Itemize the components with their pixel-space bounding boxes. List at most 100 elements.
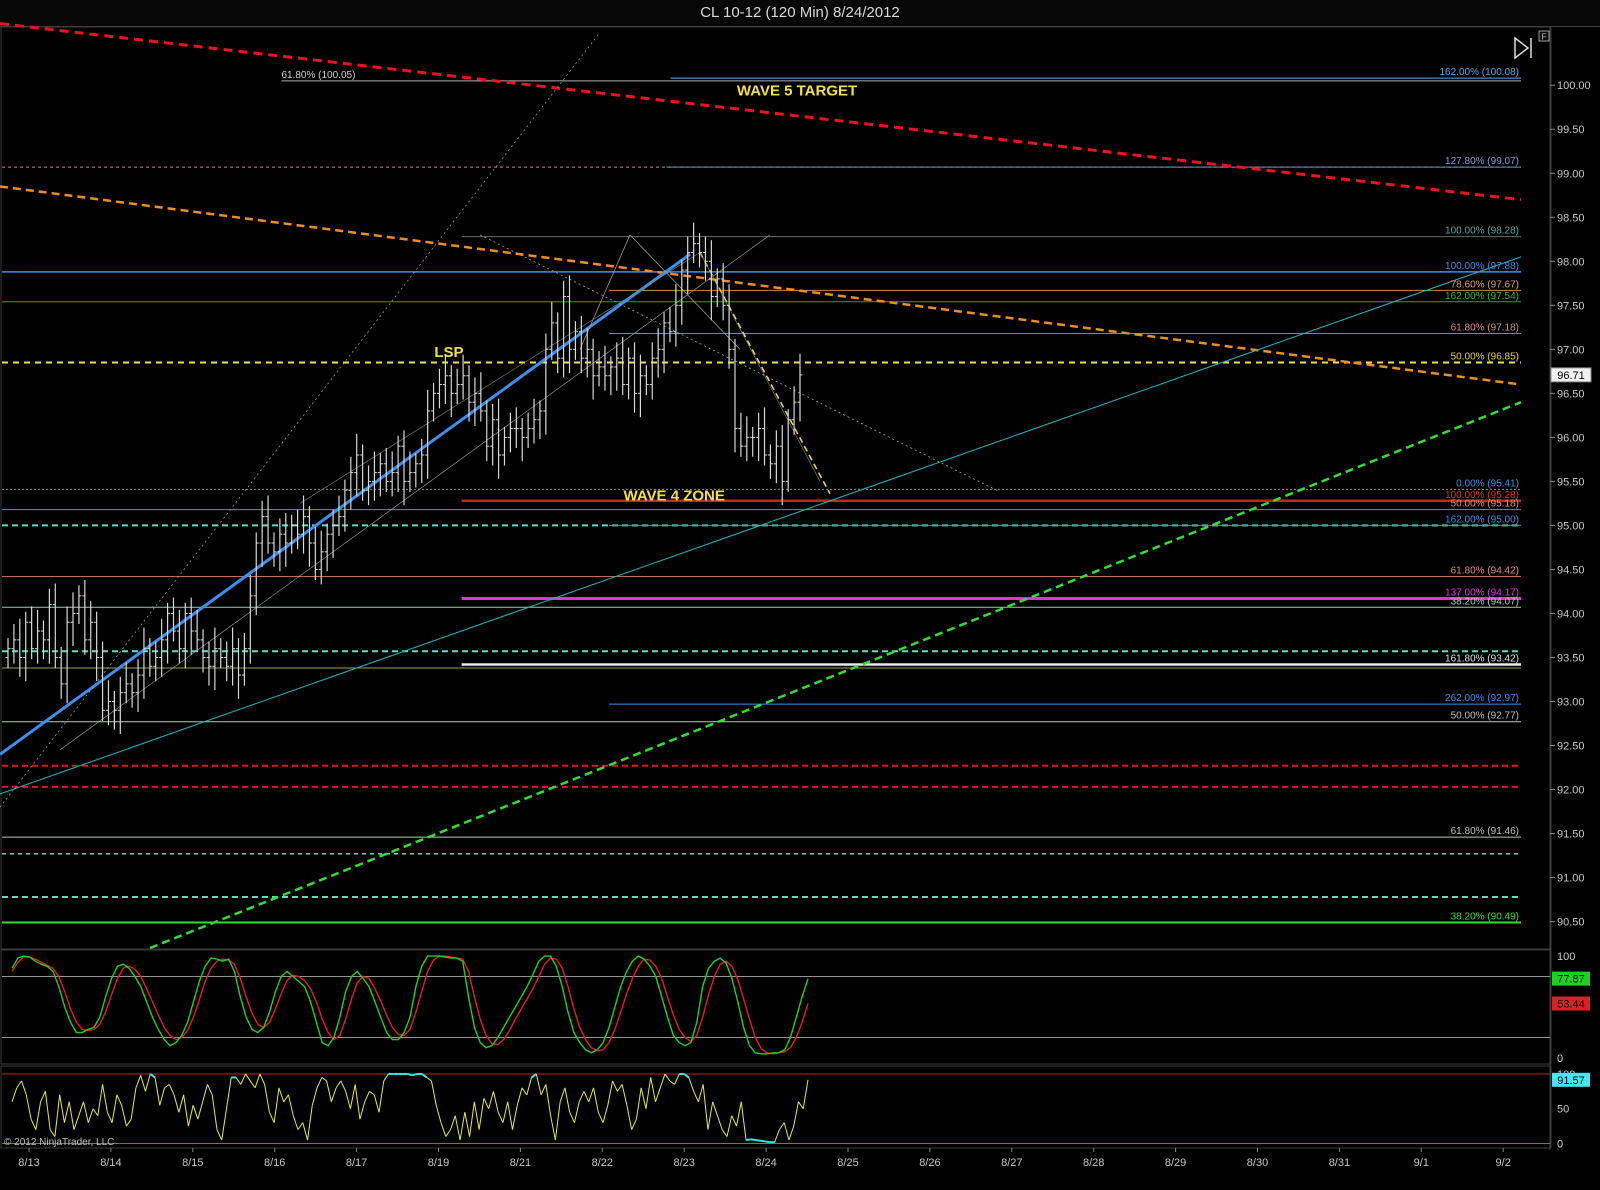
osc-segment bbox=[640, 1087, 647, 1109]
osc-segment bbox=[521, 1087, 528, 1096]
osc-segment bbox=[125, 1118, 132, 1127]
osc-segment bbox=[435, 1105, 442, 1123]
y-tick-label: 98.50 bbox=[1557, 212, 1585, 224]
osc-segment bbox=[83, 1101, 89, 1123]
osc-segment bbox=[764, 1140, 771, 1144]
osc-tick-label: 0 bbox=[1557, 1139, 1563, 1151]
price-bars bbox=[5, 222, 803, 735]
osc-segment bbox=[783, 1122, 790, 1141]
osc-segment bbox=[535, 1073, 542, 1095]
osc-segment bbox=[674, 1073, 680, 1085]
chart-canvas[interactable]: 61.80% (100.05) 162.00% (100.08) 127.80% (… bbox=[0, 0, 1600, 1190]
osc-segment bbox=[430, 1080, 437, 1106]
osc-segment bbox=[383, 1073, 389, 1082]
osc-segment bbox=[635, 1087, 642, 1120]
osc-segment bbox=[197, 1101, 204, 1120]
osc-segment bbox=[454, 1115, 461, 1141]
osc-segment bbox=[168, 1084, 175, 1096]
osc-segment bbox=[588, 1087, 594, 1102]
fib-level-label: 38.20% (94.07) bbox=[1451, 596, 1519, 607]
osc-segment bbox=[183, 1094, 189, 1127]
fib-level-label: 38.20% (90.49) bbox=[1451, 911, 1519, 922]
osc-segment bbox=[254, 1073, 261, 1089]
osc-segment bbox=[178, 1094, 185, 1113]
osc-segment bbox=[273, 1087, 280, 1123]
osc-segment bbox=[774, 1129, 780, 1143]
x-tick-label: 8/30 bbox=[1247, 1157, 1268, 1169]
osc-segment bbox=[97, 1084, 104, 1116]
osc-segment bbox=[44, 1091, 51, 1130]
osc-segment bbox=[464, 1112, 471, 1137]
osc-segment bbox=[59, 1094, 65, 1123]
osc-segment bbox=[626, 1105, 633, 1130]
osc-segment bbox=[221, 1108, 227, 1141]
osc-segment bbox=[187, 1105, 194, 1127]
osc-segment bbox=[755, 1139, 761, 1142]
stoch-k-value: 77.87 bbox=[1557, 974, 1585, 986]
osc-last-value: 91.57 bbox=[1557, 1075, 1585, 1087]
osc-segment bbox=[259, 1073, 266, 1085]
osc-segment bbox=[497, 1112, 504, 1123]
osc-segment bbox=[573, 1101, 580, 1123]
y-tick-label: 90.50 bbox=[1557, 917, 1585, 929]
x-tick-label: 8/21 bbox=[510, 1157, 531, 1169]
osc-tick-label: 50 bbox=[1557, 1104, 1569, 1116]
osc-segment bbox=[287, 1094, 294, 1116]
fib-level-label: 162.00% (97.54) bbox=[1445, 291, 1519, 302]
osc-segment bbox=[530, 1073, 537, 1079]
price-pane-border bbox=[0, 26, 1552, 950]
osc-segment bbox=[35, 1101, 42, 1130]
fib-level-label: 127.80% (99.07) bbox=[1445, 156, 1519, 167]
osc-segment bbox=[192, 1105, 199, 1120]
osc-segment bbox=[359, 1101, 366, 1120]
osc-segment bbox=[469, 1101, 475, 1137]
osc-segment bbox=[445, 1129, 451, 1137]
x-tick-label: 8/25 bbox=[837, 1157, 858, 1169]
osc-segment bbox=[478, 1098, 485, 1130]
oscillator-pane: 10050091.57 bbox=[2, 1069, 1590, 1151]
osc-segment bbox=[340, 1080, 347, 1092]
osc-segment bbox=[326, 1080, 332, 1102]
chart-window: CL 10-12 (120 Min) 8/24/2012 61.80% (100… bbox=[0, 0, 1600, 1190]
fib-level-label: 50.00% (92.77) bbox=[1451, 711, 1519, 722]
osc-segment bbox=[149, 1073, 156, 1079]
osc-segment bbox=[25, 1094, 32, 1120]
osc-segment bbox=[559, 1087, 566, 1102]
annotations: WAVE 5 TARGET LSP WAVE 4 ZONE bbox=[434, 83, 857, 505]
fib-level-label: 162.00% (95.00) bbox=[1445, 514, 1519, 525]
osc-segment bbox=[412, 1072, 418, 1077]
last-price-label: 96.71 bbox=[1557, 370, 1585, 382]
osc-segment bbox=[54, 1094, 61, 1137]
osc-segment bbox=[473, 1101, 480, 1130]
y-tick-label: 99.50 bbox=[1557, 124, 1585, 136]
osc-segment bbox=[540, 1084, 547, 1096]
osc-segment bbox=[345, 1091, 351, 1109]
chart-annotation: LSP bbox=[434, 344, 463, 361]
osc-segment bbox=[659, 1073, 666, 1089]
osc-segment bbox=[364, 1091, 370, 1102]
osc-segment bbox=[154, 1077, 161, 1106]
osc-segment bbox=[421, 1073, 428, 1079]
fib-level-label: 262.00% (92.97) bbox=[1445, 693, 1519, 704]
osc-segment bbox=[135, 1075, 142, 1089]
horizontal-levels bbox=[2, 77, 1521, 924]
y-tick-label: 97.00 bbox=[1557, 344, 1585, 356]
osc-segment bbox=[688, 1077, 695, 1092]
osc-segment bbox=[788, 1125, 795, 1141]
osc-segment bbox=[607, 1080, 614, 1106]
osc-segment bbox=[516, 1087, 523, 1106]
osc-segment bbox=[278, 1087, 285, 1102]
osc-segment bbox=[140, 1075, 146, 1092]
chart-menu-icon[interactable]: F bbox=[1538, 30, 1550, 42]
y-tick-label: 98.00 bbox=[1557, 256, 1585, 268]
osc-segment bbox=[369, 1090, 375, 1096]
fib-level-label: 78.60% (97.67) bbox=[1451, 279, 1519, 290]
osc-segment bbox=[526, 1077, 533, 1095]
osc-segment bbox=[564, 1087, 571, 1113]
fib-level-label: 50.00% (95.18) bbox=[1451, 499, 1519, 510]
skip-to-end-icon[interactable] bbox=[1514, 36, 1532, 60]
osc-segment bbox=[330, 1087, 337, 1102]
x-tick-label: 8/19 bbox=[428, 1157, 449, 1169]
fib-level-label: 162.00% (100.08) bbox=[1439, 67, 1519, 78]
osc-segment bbox=[321, 1077, 327, 1082]
